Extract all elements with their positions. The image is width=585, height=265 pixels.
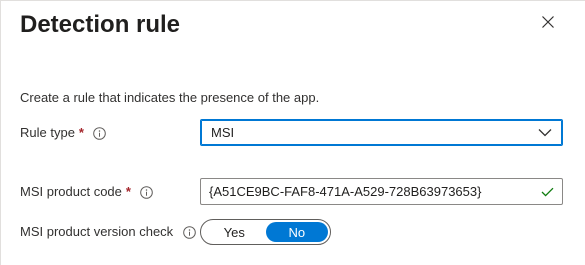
rule-type-label-group: Rule type *: [20, 125, 107, 141]
detection-rule-panel: Detection rule Create a rule that indica…: [0, 0, 585, 265]
msi-product-code-input[interactable]: {A51CE9BC-FAF8-471A-A529-728B63973653}: [200, 178, 563, 205]
required-marker: *: [125, 184, 131, 199]
info-icon[interactable]: [140, 185, 154, 199]
msi-product-code-value: {A51CE9BC-FAF8-471A-A529-728B63973653}: [209, 184, 482, 199]
toggle-option-no[interactable]: No: [265, 222, 328, 242]
left-divider: [0, 0, 1, 265]
msi-version-check-label-group: MSI product version check: [20, 224, 196, 240]
info-icon[interactable]: [182, 225, 196, 239]
panel-description: Create a rule that indicates the presenc…: [20, 90, 320, 105]
close-button[interactable]: [536, 12, 560, 36]
toggle-option-yes[interactable]: Yes: [203, 222, 266, 242]
rule-type-label: Rule type: [20, 125, 75, 140]
rule-type-dropdown[interactable]: MSI: [200, 119, 563, 146]
close-icon: [541, 15, 555, 34]
info-icon[interactable]: [93, 126, 107, 140]
rule-type-selected-value: MSI: [211, 125, 235, 140]
msi-version-check-label: MSI product version check: [20, 224, 174, 239]
top-divider: [0, 0, 585, 1]
panel-title: Detection rule: [20, 11, 181, 38]
required-marker: *: [78, 125, 84, 140]
chevron-down-icon: [538, 128, 552, 137]
msi-version-check-toggle: Yes No: [200, 219, 331, 245]
checkmark-icon: [541, 187, 554, 197]
msi-product-code-label-group: MSI product code *: [20, 184, 154, 200]
msi-product-code-label: MSI product code: [20, 184, 122, 199]
